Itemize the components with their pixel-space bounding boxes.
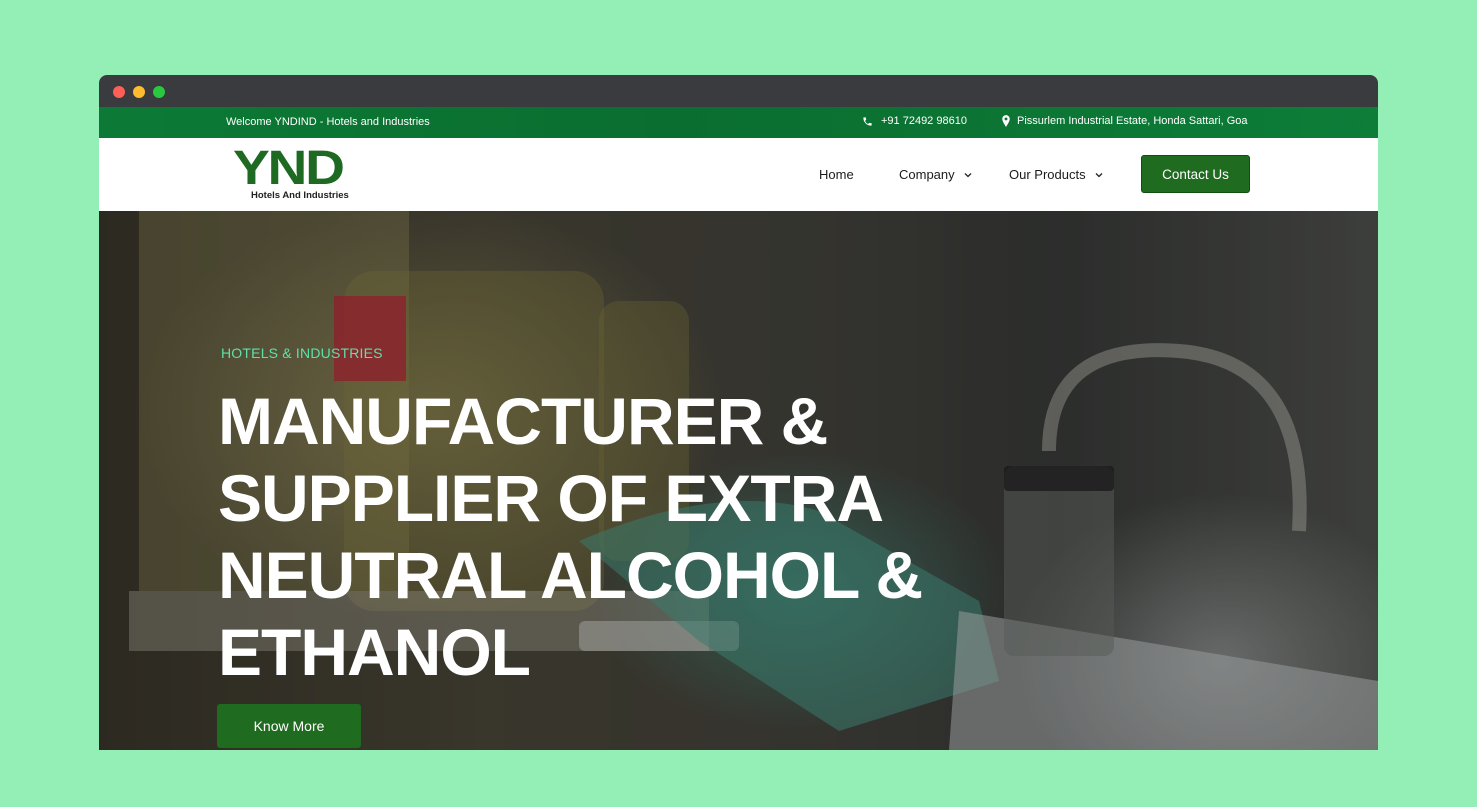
nav-item-our-products[interactable]: Our Products [1009, 138, 1104, 211]
nav-products-label: Our Products [1009, 167, 1086, 182]
location-pin-icon [1002, 115, 1010, 127]
nav-item-company[interactable]: Company [899, 138, 973, 211]
window-chrome [99, 75, 1378, 107]
address-text: Pissurlem Industrial Estate, Honda Satta… [1017, 115, 1248, 127]
browser-window: Welcome YNDIND - Hotels and Industries +… [99, 75, 1378, 750]
hero-eyebrow: HOTELS & INDUSTRIES [221, 345, 383, 361]
address-contact: Pissurlem Industrial Estate, Honda Satta… [1001, 115, 1248, 127]
maximize-window-button[interactable] [153, 86, 165, 98]
hero-headline: MANUFACTURER & SUPPLIER OF EXTRA NEUTRAL… [218, 384, 923, 689]
nav-item-home[interactable]: Home [819, 138, 854, 211]
minimize-window-button[interactable] [133, 86, 145, 98]
phone-contact[interactable]: +91 72492 98610 [862, 115, 967, 127]
chevron-down-icon [964, 172, 972, 177]
nav-company-label: Company [899, 167, 955, 182]
site-logo[interactable]: YND Hotels And Industries [233, 145, 363, 203]
chevron-down-icon [1095, 172, 1103, 177]
nav-home-label: Home [819, 167, 854, 182]
phone-number: +91 72492 98610 [881, 115, 967, 127]
logo-wordmark: YND [233, 142, 345, 195]
welcome-text: Welcome YNDIND - Hotels and Industries [226, 116, 430, 128]
main-navbar: YND Hotels And Industries Home Company O… [99, 138, 1378, 211]
know-more-button[interactable]: Know More [217, 704, 361, 748]
contact-us-button[interactable]: Contact Us [1141, 155, 1250, 193]
top-info-bar: Welcome YNDIND - Hotels and Industries +… [99, 107, 1378, 138]
hero-section: HOTELS & INDUSTRIES MANUFACTURER & SUPPL… [99, 211, 1378, 750]
logo-tagline: Hotels And Industries [251, 190, 349, 201]
phone-icon [863, 116, 872, 126]
close-window-button[interactable] [113, 86, 125, 98]
